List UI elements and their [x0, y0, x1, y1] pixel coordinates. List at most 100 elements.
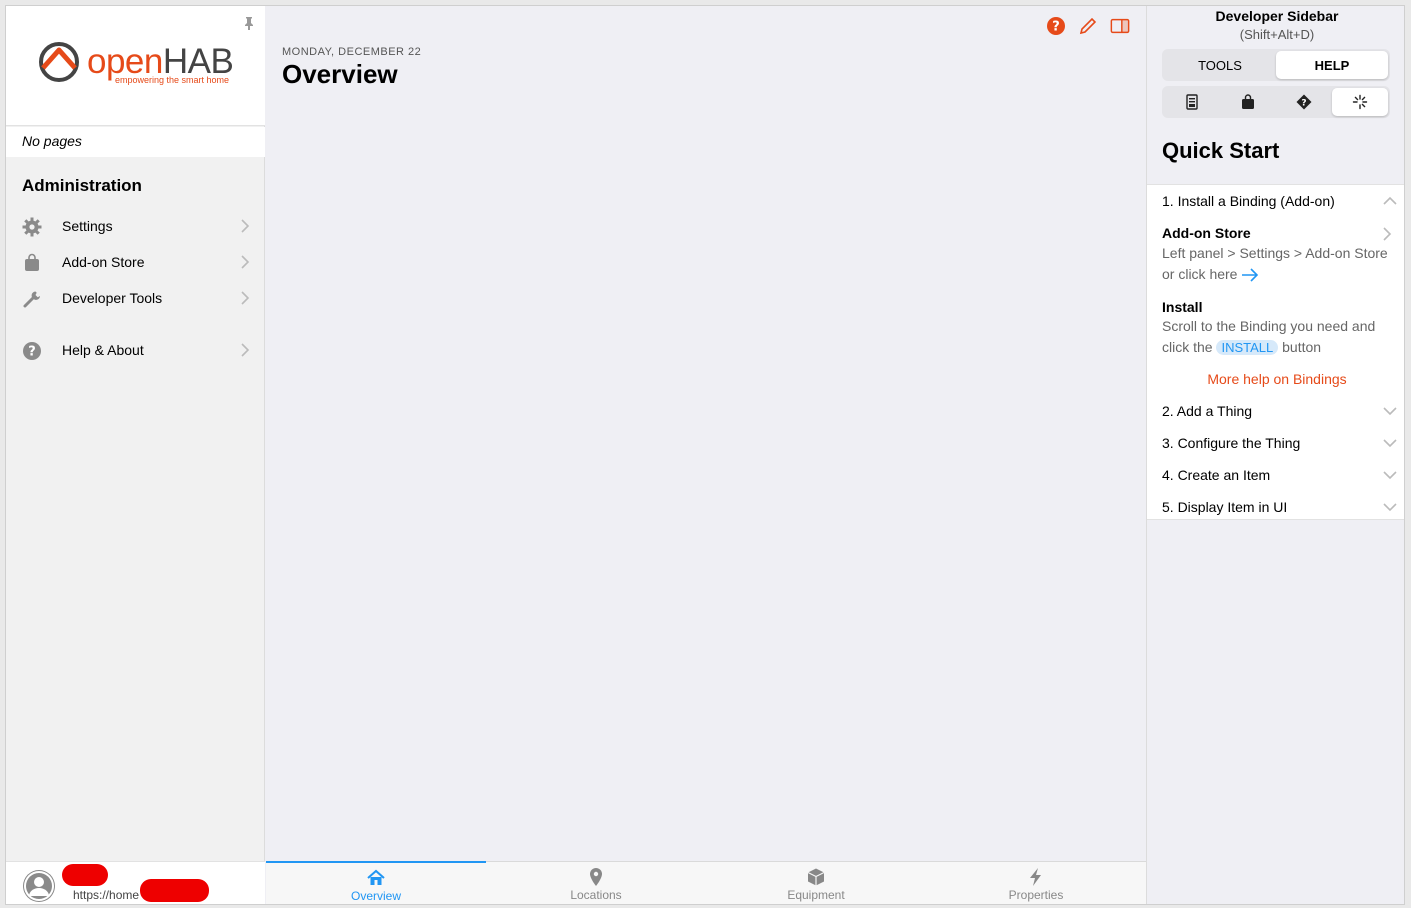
step-label: 5. Display Item in UI [1162, 499, 1288, 515]
shopping-bag-icon [1242, 94, 1254, 109]
left-panel: openHAB empowering the smart home No pag… [6, 6, 265, 904]
menu-item-label: Settings [62, 218, 113, 234]
tab-label: Equipment [787, 888, 845, 902]
svg-text:?: ? [1301, 99, 1306, 109]
svg-text:?: ? [1052, 20, 1060, 35]
addon-store-instructions: Left panel > Settings > Add-on Store or … [1162, 243, 1397, 285]
developer-sidebar: Developer Sidebar (Shift+Alt+D) TOOLS HE… [1146, 6, 1404, 904]
svg-text:?: ? [28, 345, 36, 360]
sparkle-icon [1352, 94, 1368, 110]
chevron-right-icon [241, 291, 250, 305]
main-content: ? MONDAY, DECEMBER 22 Overview Overview [266, 6, 1146, 904]
click-here-line: or click here [1162, 264, 1397, 285]
addon-store-path: Left panel > Settings > Add-on Store [1162, 245, 1388, 261]
no-pages-label: No pages [6, 127, 265, 157]
user-bar: https://home [6, 861, 265, 904]
server-url: https://home [73, 888, 140, 902]
menu-item-label: Add-on Store [62, 254, 145, 270]
bottom-tabbar: Overview Locations Equipment Properties [266, 861, 1146, 904]
help-docs-tab[interactable] [1164, 88, 1220, 116]
user-avatar-icon[interactable] [23, 870, 55, 902]
step-label: 2. Add a Thing [1162, 403, 1253, 419]
tools-tab[interactable]: TOOLS [1164, 51, 1276, 79]
tab-overview[interactable]: Overview [266, 861, 486, 904]
install-text-b: click the [1162, 339, 1213, 355]
gear-icon [22, 217, 42, 237]
click-here-link[interactable]: or click here [1162, 266, 1237, 282]
accordion-step-4[interactable]: 4. Create an Item [1162, 467, 1397, 483]
person-icon [24, 871, 54, 901]
sidebar-toggle-icon[interactable] [1110, 16, 1130, 36]
chevron-up-icon [1383, 196, 1397, 205]
install-text-c: button [1282, 339, 1322, 355]
logo-tagline: empowering the smart home [115, 75, 230, 85]
install-heading: Install [1162, 299, 1203, 315]
help-segmented-control: ? [1162, 86, 1390, 118]
menu-item-help-about[interactable]: ? Help & About [6, 332, 265, 368]
menu-item-label: Help & About [62, 342, 144, 358]
more-help-link[interactable]: More help on Bindings [1147, 371, 1404, 387]
sidebar-shortcut: (Shift+Alt+D) [1239, 27, 1315, 42]
shopping-bag-icon [25, 253, 39, 271]
help-tab[interactable]: HELP [1276, 51, 1388, 79]
chevron-down-icon [1383, 471, 1397, 480]
sidebar-title: Developer Sidebar [1215, 8, 1339, 24]
openhab-logo[interactable]: openHAB empowering the smart home [37, 40, 237, 90]
quick-start-title: Quick Start [1162, 138, 1280, 163]
step-label: 4. Create an Item [1162, 467, 1271, 483]
accordion-step-3[interactable]: 3. Configure the Thing [1162, 435, 1397, 451]
step-label: 3. Configure the Thing [1162, 435, 1301, 451]
top-toolbar: ? [1046, 16, 1130, 36]
map-pin-icon [590, 868, 602, 886]
redaction-mark [140, 879, 209, 902]
chevron-down-icon [1383, 439, 1397, 448]
page-title: Overview [282, 59, 398, 89]
help-circle-icon[interactable]: ? [1046, 16, 1066, 36]
arrow-right-icon[interactable] [1241, 268, 1259, 282]
menu-item-developer-tools[interactable]: Developer Tools [6, 280, 265, 316]
date-label: MONDAY, DECEMBER 22 [282, 46, 422, 58]
chevron-right-icon [241, 219, 250, 233]
accordion-step-1[interactable]: 1. Install a Binding (Add-on) [1162, 193, 1397, 209]
pin-icon[interactable] [243, 16, 255, 30]
tab-label: Properties [1008, 888, 1064, 902]
chevron-down-icon [1383, 407, 1397, 416]
diamond-question-icon: ? [1296, 94, 1312, 110]
tab-properties[interactable]: Properties [926, 862, 1146, 904]
accordion-step-5[interactable]: 5. Display Item in UI [1162, 499, 1397, 515]
help-circle-icon: ? [23, 342, 41, 360]
step-label: 1. Install a Binding (Add-on) [1162, 193, 1335, 209]
wrench-icon [23, 291, 40, 308]
accordion-step-2[interactable]: 2. Add a Thing [1162, 403, 1397, 419]
chevron-right-icon[interactable] [1382, 227, 1392, 241]
install-pill: INSTALL [1216, 340, 1279, 355]
tab-equipment[interactable]: Equipment [706, 862, 926, 904]
openhab-logo-mark-icon [39, 42, 79, 82]
chevron-right-icon [241, 255, 250, 269]
quick-start-accordion: 1. Install a Binding (Add-on) Add-on Sto… [1147, 184, 1404, 520]
house-icon [367, 869, 385, 885]
install-instructions: Scroll to the Binding you need and click… [1162, 316, 1397, 358]
logo-area: openHAB empowering the smart home [6, 6, 265, 126]
administration-title: Administration [22, 176, 142, 195]
help-addons-tab[interactable] [1220, 88, 1276, 116]
app-window: openHAB empowering the smart home No pag… [5, 5, 1405, 905]
tab-label: Locations [570, 888, 622, 902]
mode-segmented-control: TOOLS HELP [1162, 49, 1390, 81]
install-text-line-2: click the INSTALL button [1162, 337, 1397, 358]
chevron-right-icon [241, 343, 250, 357]
menu-item-settings[interactable]: Settings [6, 208, 265, 244]
bolt-icon [1030, 868, 1041, 886]
help-faq-tab[interactable]: ? [1276, 88, 1332, 116]
cube-icon [807, 868, 825, 886]
menu-item-addon-store[interactable]: Add-on Store [6, 244, 265, 280]
redaction-mark [62, 864, 108, 886]
tab-label: Overview [350, 889, 401, 903]
install-text-line-1: Scroll to the Binding you need and [1162, 318, 1376, 334]
addon-store-heading: Add-on Store [1162, 225, 1251, 241]
tab-locations[interactable]: Locations [486, 862, 706, 904]
menu-item-label: Developer Tools [62, 290, 163, 306]
help-quickstart-tab[interactable] [1332, 88, 1388, 116]
chevron-down-icon [1383, 503, 1397, 512]
pencil-icon[interactable] [1078, 16, 1098, 36]
